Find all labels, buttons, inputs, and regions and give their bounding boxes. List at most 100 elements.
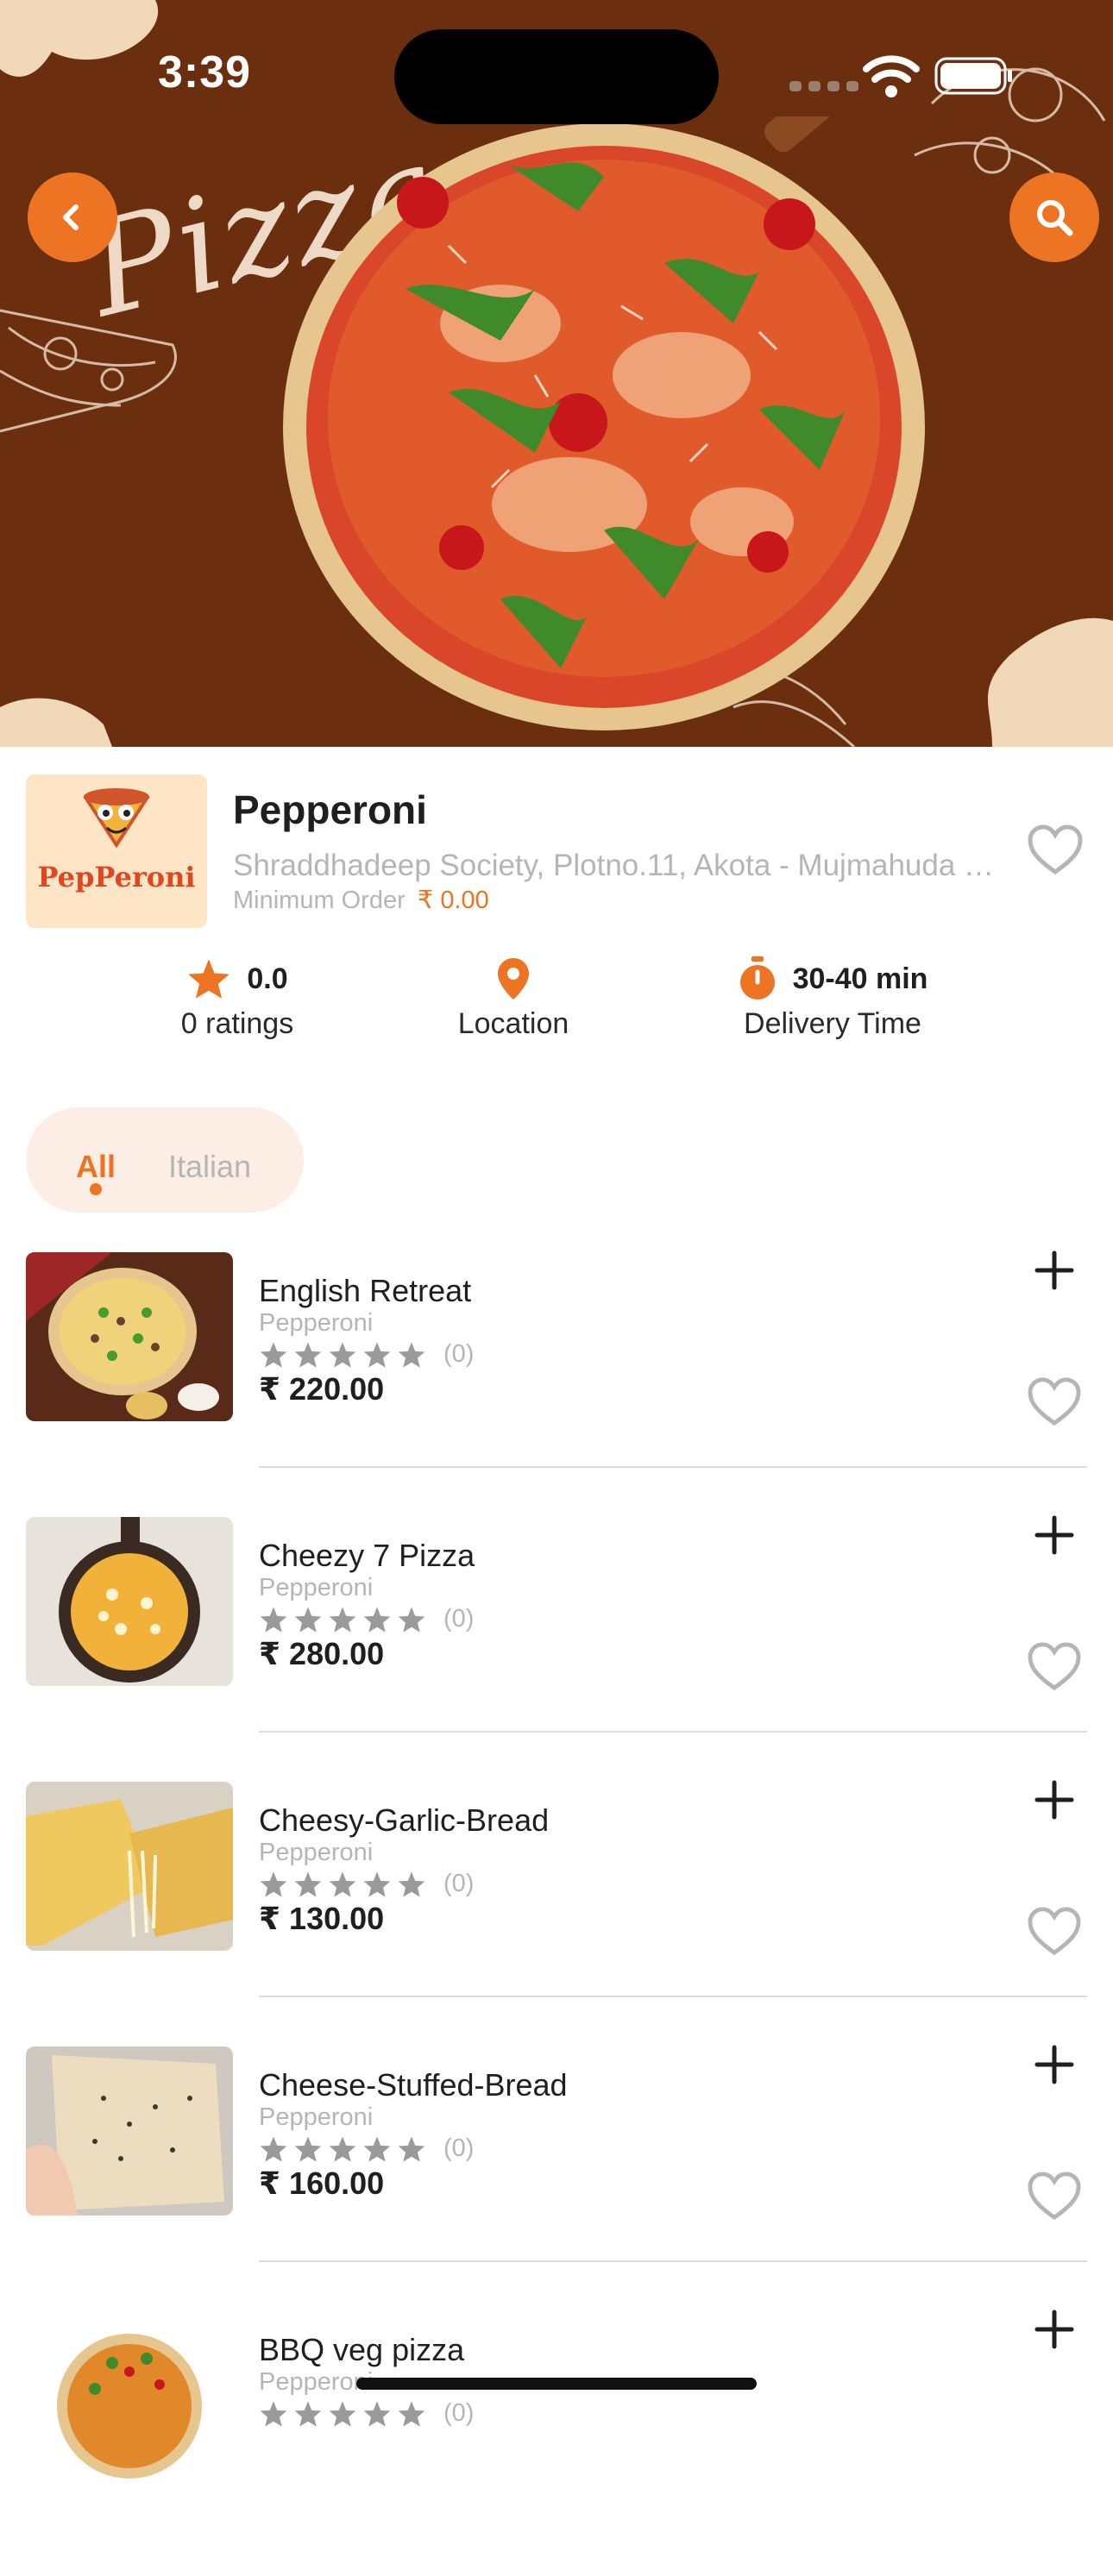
status-time: 3:39 (158, 47, 252, 97)
item-price: ₹ 220.00 (259, 1371, 385, 1407)
item-rating: (0) (259, 2399, 474, 2428)
star-icon (260, 1606, 287, 1633)
minimum-order-label: Minimum Order (233, 887, 406, 914)
star-icon (398, 2400, 425, 2427)
chevron-left-icon (63, 204, 79, 230)
add-icon[interactable] (1032, 1777, 1077, 1822)
divider (259, 2260, 1087, 2262)
divider (259, 1731, 1087, 1733)
star-icon (260, 1341, 287, 1368)
item-name: BBQ veg pizza (259, 2332, 465, 2367)
star-icon (329, 1341, 356, 1368)
rating-count: (0) (443, 2399, 475, 2427)
item-image (26, 2311, 233, 2480)
restaurant-address: Shraddhadeep Society, Plotno.11, Akota -… (233, 849, 1001, 882)
star-icon (260, 2400, 287, 2427)
item-name: Cheese-Stuffed-Bread (259, 2067, 568, 2103)
item-name: Cheezy 7 Pizza (259, 1538, 475, 1573)
battery-icon (934, 57, 1012, 95)
add-icon[interactable] (1032, 2042, 1077, 2087)
item-rating: (0) (259, 1340, 474, 1369)
item-rating: (0) (259, 1870, 474, 1898)
item-name: English Retreat (259, 1273, 472, 1308)
item-restaurant: Pepperoni (259, 1574, 374, 1601)
home-indicator[interactable] (356, 2378, 757, 2390)
search-icon (1037, 200, 1073, 236)
heart-icon[interactable] (1027, 1376, 1082, 1426)
back-button[interactable] (28, 172, 117, 262)
rating-count: 0 ratings (180, 1007, 294, 1040)
item-image (26, 1517, 233, 1686)
hero-banner: Pizza 3:39 (0, 0, 1113, 747)
star-icon (294, 2400, 322, 2427)
svg-text:PepPeroni: PepPeroni (37, 861, 195, 893)
location-label: Location (457, 1007, 569, 1040)
dynamic-island (394, 29, 719, 124)
star-icon (294, 1341, 322, 1368)
location-stat[interactable]: Location (423, 956, 604, 1041)
category-tabs: All Italian (26, 1107, 304, 1213)
tab-all[interactable]: All (76, 1149, 116, 1185)
rating-count: (0) (443, 1870, 475, 1897)
item-price: ₹ 280.00 (259, 1636, 385, 1671)
item-restaurant: Pepperoni (259, 1839, 374, 1866)
delivery-time-stat: 30-40 min Delivery Time (725, 956, 940, 1041)
item-rating: (0) (259, 1605, 474, 1633)
item-price: ₹ 130.00 (259, 1901, 385, 1936)
wifi-icon (863, 55, 920, 97)
star-icon (329, 1606, 356, 1633)
add-icon[interactable] (1032, 1513, 1077, 1558)
star-icon (329, 2135, 356, 2162)
star-icon (260, 1871, 287, 1897)
star-icon (363, 2400, 391, 2427)
star-icon (363, 1606, 391, 1633)
restaurant-name: Pepperoni (233, 787, 427, 832)
heart-icon[interactable] (1027, 1906, 1082, 1956)
star-icon (188, 959, 230, 999)
star-icon (294, 2135, 322, 2162)
menu-item[interactable]: Cheese-Stuffed-Bread Pepperoni (0) ₹ 160… (0, 2045, 1113, 2311)
search-button[interactable] (1009, 172, 1099, 262)
rating-stat: 0.0 0 ratings (168, 956, 306, 1041)
location-pin-icon (498, 958, 529, 1000)
star-icon (260, 2135, 287, 2162)
item-image (26, 2046, 233, 2216)
star-icon (363, 2135, 391, 2162)
heart-icon[interactable] (1027, 1641, 1082, 1691)
rating-count: (0) (443, 2134, 475, 2162)
menu-item[interactable]: English Retreat Pepperoni (0) ₹ 220.00 (0, 1250, 1113, 1517)
favorite-restaurant-heart-icon[interactable] (1027, 824, 1084, 875)
star-icon (398, 1606, 425, 1633)
delivery-time-label: Delivery Time (744, 1007, 921, 1040)
item-image (26, 1252, 233, 1421)
minimum-order: Minimum Order ₹ 0.00 (233, 885, 489, 915)
heart-icon[interactable] (1027, 2171, 1082, 2221)
stopwatch-icon (739, 956, 775, 1000)
item-restaurant: Pepperoni (259, 2103, 374, 2131)
item-name: Cheesy-Garlic-Bread (259, 1802, 550, 1838)
star-icon (329, 2400, 356, 2427)
rating-value: 0.0 (247, 962, 288, 995)
menu-item[interactable]: BBQ veg pizza Pepperoni (0) (0, 2310, 1113, 2576)
star-icon (398, 2135, 425, 2162)
add-icon[interactable] (1032, 1248, 1077, 1293)
tab-italian[interactable]: Italian (168, 1149, 251, 1185)
restaurant-logo: PepPeroni (26, 774, 207, 928)
star-icon (294, 1871, 322, 1897)
star-icon (398, 1341, 425, 1368)
star-icon (329, 1871, 356, 1897)
cellular-signal-icon (789, 81, 858, 91)
star-icon (363, 1341, 391, 1368)
star-icon (398, 1871, 425, 1897)
item-rating: (0) (259, 2134, 474, 2163)
item-price: ₹ 160.00 (259, 2165, 385, 2201)
item-image (26, 1782, 233, 1951)
star-icon (363, 1871, 391, 1897)
menu-item[interactable]: Cheezy 7 Pizza Pepperoni (0) ₹ 280.00 (0, 1515, 1113, 1782)
rating-count: (0) (443, 1605, 475, 1633)
rating-count: (0) (443, 1340, 475, 1368)
pizza-image (283, 116, 925, 730)
item-restaurant: Pepperoni (259, 1309, 374, 1337)
add-icon[interactable] (1032, 2307, 1077, 2352)
menu-item[interactable]: Cheesy-Garlic-Bread Pepperoni (0) ₹ 130.… (0, 1780, 1113, 2046)
